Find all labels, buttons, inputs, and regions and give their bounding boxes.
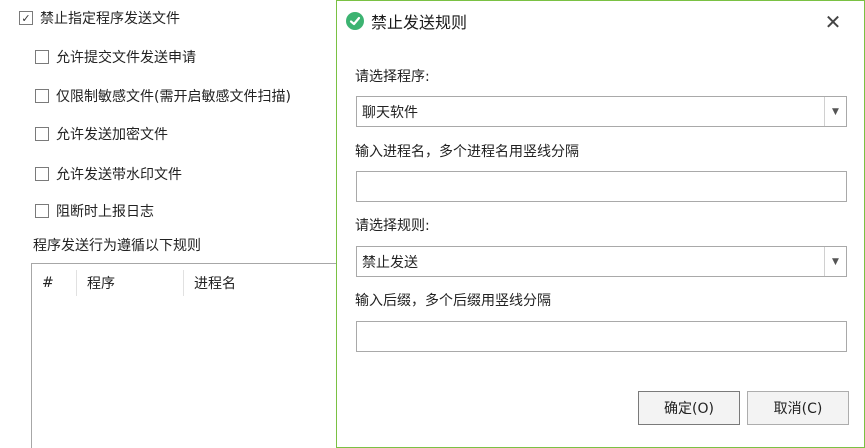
checkbox-sensitive-only[interactable]: 仅限制敏感文件(需开启敏感文件扫描): [35, 86, 291, 106]
checkbox-label: 允许发送带水印文件: [56, 167, 182, 183]
cancel-button[interactable]: 取消(C): [747, 391, 849, 425]
chevron-down-icon[interactable]: ▼: [824, 97, 846, 126]
suffix-input[interactable]: [356, 321, 847, 352]
rule-label: 请选择规则:: [355, 218, 430, 234]
close-icon[interactable]: ✕: [820, 9, 846, 35]
checkbox-allow-request[interactable]: 允许提交文件发送申请: [35, 47, 196, 67]
column-header-index[interactable]: #: [32, 270, 77, 296]
dialog-title: 禁止发送规则: [371, 13, 468, 32]
rule-select-value: 禁止发送: [362, 254, 418, 271]
checkbox-allow-encrypted[interactable]: 允许发送加密文件: [35, 124, 168, 144]
program-label: 请选择程序:: [355, 69, 430, 85]
suffix-label: 输入后缀，多个后缀用竖线分隔: [355, 293, 551, 309]
checkbox-label: 阻断时上报日志: [56, 204, 154, 220]
checkbox-box[interactable]: [35, 204, 49, 218]
checkbox-box[interactable]: [35, 127, 49, 141]
rules-table[interactable]: # 程序 进程名: [31, 263, 361, 448]
rules-caption: 程序发送行为遵循以下规则: [33, 238, 201, 254]
checkbox-box[interactable]: ✓: [19, 11, 33, 25]
checkbox-label: 允许提交文件发送申请: [56, 50, 196, 66]
dialog-titlebar[interactable]: 禁止发送规则 ✕: [337, 1, 864, 41]
checkbox-box[interactable]: [35, 167, 49, 181]
chevron-down-icon[interactable]: ▼: [824, 247, 846, 276]
checkbox-block-send[interactable]: ✓ 禁止指定程序发送文件: [19, 8, 180, 28]
program-select[interactable]: 聊天软件 ▼: [356, 96, 847, 127]
app-logo-icon: [346, 12, 364, 30]
checkbox-label: 仅限制敏感文件(需开启敏感文件扫描): [56, 89, 291, 105]
program-select-value: 聊天软件: [362, 104, 418, 121]
column-header-program[interactable]: 程序: [77, 270, 184, 296]
ok-button[interactable]: 确定(O): [638, 391, 740, 425]
rules-table-header: # 程序 进程名: [32, 264, 360, 302]
checkbox-label: 允许发送加密文件: [56, 127, 168, 143]
checkbox-allow-watermark[interactable]: 允许发送带水印文件: [35, 164, 182, 184]
process-name-input[interactable]: [356, 171, 847, 202]
checkbox-box[interactable]: [35, 89, 49, 103]
checkbox-box[interactable]: [35, 50, 49, 64]
checkbox-report-log[interactable]: 阻断时上报日志: [35, 201, 154, 221]
rule-select[interactable]: 禁止发送 ▼: [356, 246, 847, 277]
column-header-process[interactable]: 进程名: [184, 270, 354, 296]
process-label: 输入进程名，多个进程名用竖线分隔: [355, 144, 579, 160]
block-send-rule-dialog: 禁止发送规则 ✕ 请选择程序: 聊天软件 ▼ 输入进程名，多个进程名用竖线分隔 …: [336, 0, 865, 448]
checkbox-label: 禁止指定程序发送文件: [40, 11, 180, 27]
